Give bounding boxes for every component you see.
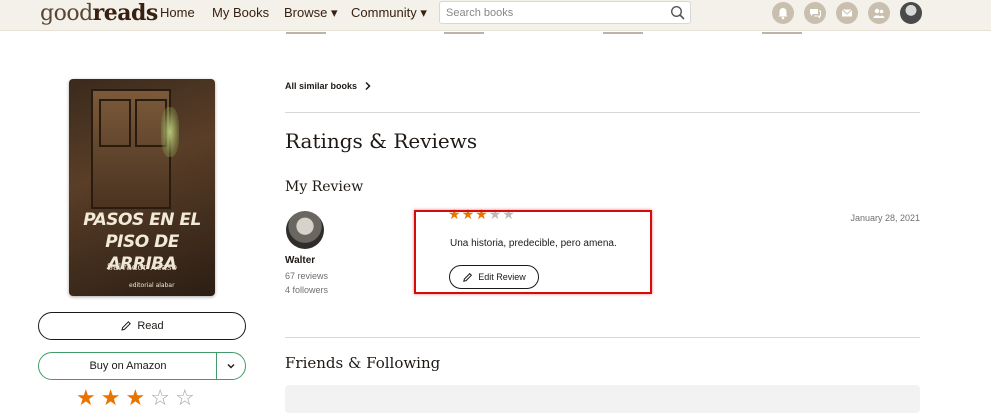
friends-panel <box>285 385 920 413</box>
cutoff-row <box>762 31 822 35</box>
read-button[interactable]: Read <box>38 312 246 340</box>
section-divider <box>285 337 920 338</box>
bell-icon[interactable] <box>772 2 794 24</box>
mail-icon[interactable] <box>836 2 858 24</box>
chevron-down-icon <box>227 364 235 369</box>
profile-avatar[interactable] <box>900 2 922 24</box>
chevron-right-icon <box>365 81 371 91</box>
review-date: January 28, 2021 <box>850 213 920 223</box>
reviewer-follower-count: 4 followers <box>285 285 329 295</box>
buy-on-amazon-label: Buy on Amazon <box>89 360 167 372</box>
goodreads-logo[interactable]: goodreads <box>40 0 158 27</box>
star-icon[interactable]: ★ <box>101 385 121 413</box>
cover-ghost-art <box>161 107 179 157</box>
ratings-reviews-heading: Ratings & Reviews <box>285 129 478 153</box>
search-input[interactable] <box>446 4 666 21</box>
friends-following-heading: Friends & Following <box>285 354 441 372</box>
cover-publisher: editorial alabar <box>129 282 175 289</box>
all-similar-books-link[interactable]: All similar books <box>285 81 372 91</box>
friends-icon[interactable] <box>868 2 890 24</box>
cutoff-row <box>603 31 663 35</box>
nav-browse[interactable]: Browse ▾ <box>284 5 338 21</box>
site-header: goodreads Home My Books Browse ▾ Communi… <box>0 0 991 31</box>
reviewer-name[interactable]: Walter <box>285 255 315 266</box>
nav-community[interactable]: Community ▾ <box>351 5 427 21</box>
my-review-heading: My Review <box>285 179 364 195</box>
cutoff-row <box>286 31 346 35</box>
buy-on-amazon-button[interactable]: Buy on Amazon <box>38 352 246 380</box>
nav-my-books[interactable]: My Books <box>212 5 269 21</box>
section-divider <box>285 112 920 113</box>
cutoff-row <box>444 31 504 35</box>
buy-options-dropdown[interactable] <box>216 353 245 379</box>
star-icon[interactable]: ★ <box>76 385 96 413</box>
star-icon[interactable]: ☆ <box>150 385 170 413</box>
cover-door-art <box>91 89 171 209</box>
star-icon[interactable]: ★ <box>125 385 145 413</box>
read-button-label: Read <box>137 320 164 332</box>
cover-author: Salvador Acaso <box>106 263 178 273</box>
star-icon[interactable]: ☆ <box>175 385 195 413</box>
reviewer-review-count: 67 reviews <box>285 271 329 281</box>
book-rating-stars[interactable]: ★ ★ ★ ☆ ☆ <box>76 385 195 413</box>
book-cover[interactable]: PASOS EN EL PISO DE ARRIBA Salvador Acas… <box>69 79 215 296</box>
review-highlight-box <box>414 210 652 294</box>
nav-home[interactable]: Home <box>160 5 195 21</box>
search-box <box>439 1 691 24</box>
reviewer-avatar[interactable] <box>286 211 324 249</box>
comments-icon[interactable] <box>804 2 826 24</box>
pencil-icon <box>121 321 132 331</box>
search-icon[interactable] <box>670 5 686 21</box>
